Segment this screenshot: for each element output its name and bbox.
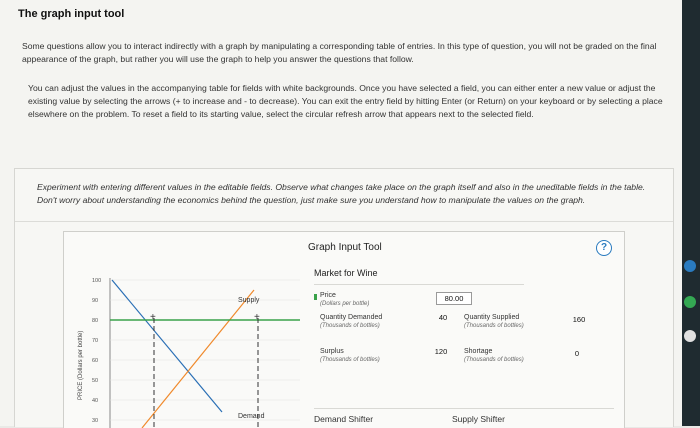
- exercise-box: Experiment with entering different value…: [14, 168, 674, 428]
- surplus-value: 120: [434, 347, 448, 356]
- shortage-value: 0: [574, 349, 580, 358]
- qd-label: Quantity Demanded: [320, 314, 383, 321]
- y-tick-label: 70: [92, 338, 98, 344]
- y-tick-label: 40: [92, 398, 98, 404]
- price-marker: [314, 294, 317, 300]
- qs-unit: (Thousands of bottles): [464, 323, 524, 329]
- price-label: Price: [320, 292, 336, 299]
- y-tick-label: 80: [92, 318, 98, 324]
- graph-input-tool: Graph Input Tool ? PRICE (Dollars per bo…: [63, 231, 625, 428]
- qd-label-group: Quantity Demanded (Thousands of bottles): [320, 314, 390, 330]
- shortage-label: Shortage: [464, 348, 493, 355]
- price-label-group: Price (Dollars per bottle): [320, 292, 410, 308]
- qs-label: Quantity Supplied: [464, 314, 520, 321]
- y-tick-label: 50: [92, 378, 98, 384]
- table-divider-bottom: [314, 408, 614, 409]
- instructions-paragraph: You can adjust the values in the accompa…: [28, 83, 663, 119]
- supply-label: Supply: [238, 297, 260, 304]
- demand-shifter-label: Demand Shifter: [314, 414, 374, 424]
- help-icon[interactable]: ?: [596, 240, 612, 256]
- surplus-unit: (Thousands of bottles): [320, 357, 380, 363]
- qs-value: 160: [572, 315, 586, 324]
- y-axis-ticks: 100 90 80 70 60 50 40 30: [92, 278, 101, 424]
- page-title: The graph input tool: [18, 8, 125, 20]
- y-axis-label: PRICE (Dollars per bottle): [78, 331, 84, 400]
- supply-shifter-label: Supply Shifter: [452, 414, 505, 424]
- shortage-unit: (Thousands of bottles): [464, 357, 524, 363]
- surplus-label-group: Surplus (Thousands of bottles): [320, 348, 390, 364]
- toolbar-dot-icon[interactable]: [684, 330, 696, 342]
- problem-page: The graph input tool Some questions allo…: [0, 0, 682, 428]
- market-title: Market for Wine: [314, 268, 378, 278]
- qs-label-group: Quantity Supplied (Thousands of bottles): [464, 314, 544, 330]
- shortage-label-group: Shortage (Thousands of bottles): [464, 348, 544, 364]
- y-tick-label: 90: [92, 298, 98, 304]
- y-tick-label: 100: [92, 278, 101, 284]
- experiment-paragraph: Experiment with entering different value…: [37, 182, 646, 205]
- table-divider: [314, 284, 524, 285]
- divider: [15, 221, 673, 222]
- price-unit: (Dollars per bottle): [320, 301, 370, 307]
- plus-handle-supply: +: [254, 312, 260, 323]
- price-input[interactable]: 80.00: [436, 292, 472, 305]
- surplus-label: Surplus: [320, 348, 344, 355]
- qd-unit: (Thousands of bottles): [320, 323, 380, 329]
- intro-paragraph: Some questions allow you to interact ind…: [22, 41, 657, 64]
- tool-title: Graph Input Tool: [308, 242, 382, 253]
- market-graph[interactable]: PRICE (Dollars per bottle) 100 90 80 70 60 50…: [72, 272, 302, 428]
- y-tick-label: 30: [92, 418, 98, 424]
- toolbar-dot-icon[interactable]: [684, 260, 696, 272]
- qd-value: 40: [438, 313, 448, 322]
- demand-label: Demand: [238, 413, 265, 420]
- toolbar-dot-icon[interactable]: [684, 296, 696, 308]
- plus-handle-demand: +: [150, 312, 156, 323]
- side-toolbar: [682, 0, 700, 426]
- y-tick-label: 60: [92, 358, 98, 364]
- supply-curve: [141, 289, 255, 428]
